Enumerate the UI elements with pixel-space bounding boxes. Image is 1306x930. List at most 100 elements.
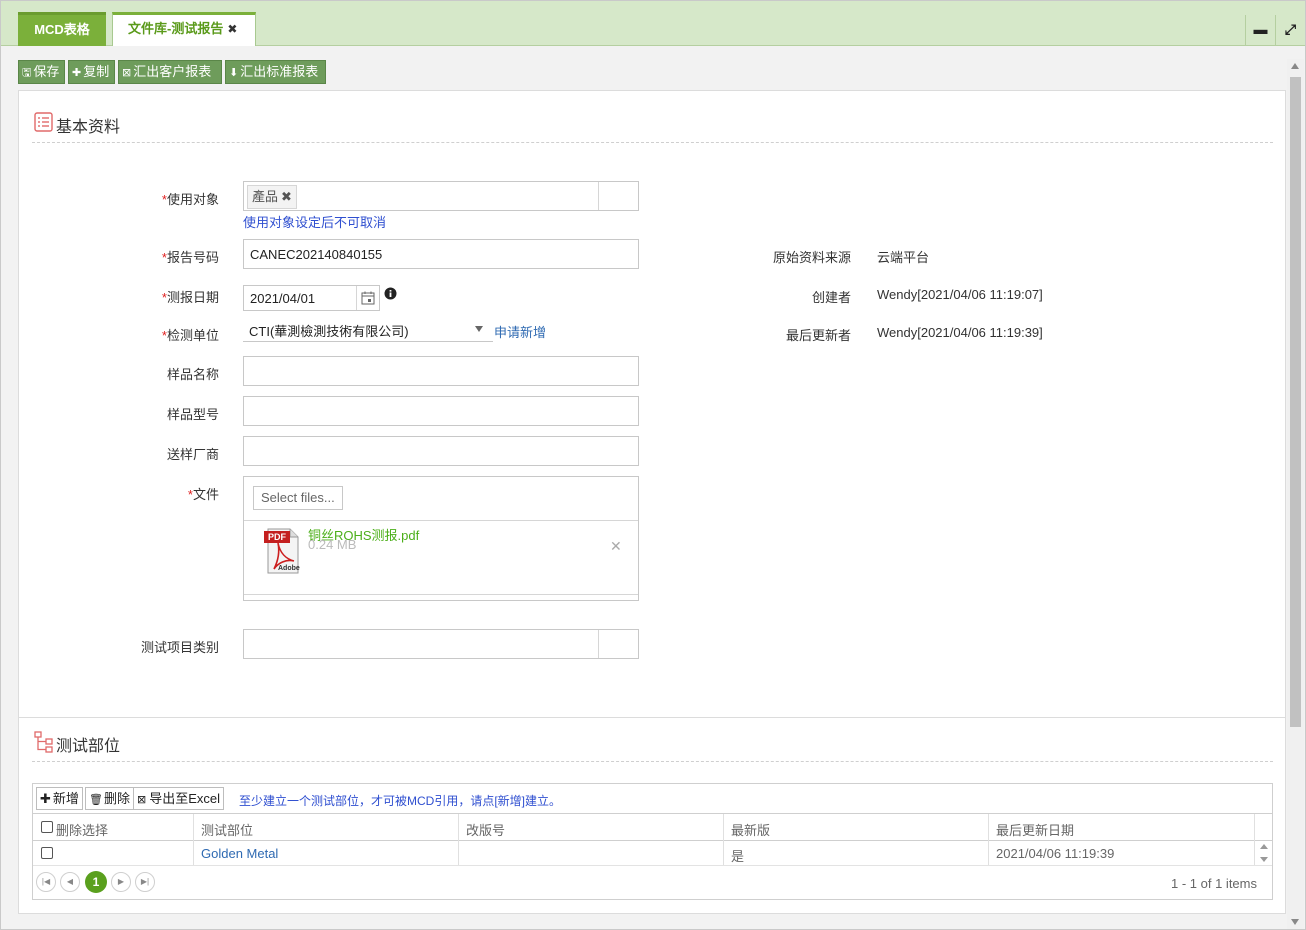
latest-cell: 是 xyxy=(731,849,745,864)
column-header-part[interactable]: 测试部位 xyxy=(201,820,253,839)
column-header-latest[interactable]: 最新版 xyxy=(731,820,770,839)
updated-cell: 2021/04/06 11:19:39 xyxy=(996,846,1115,861)
source-label: 原始资料来源 xyxy=(772,250,851,265)
export-excel-label: 导出至Excel xyxy=(149,791,221,806)
first-page-icon[interactable]: |◀ xyxy=(36,872,56,892)
minimize-button[interactable]: ▬ xyxy=(1245,15,1275,45)
save-button-label: 保存 xyxy=(33,64,60,79)
grid-toolbar: ✚ 新增 🗑删除 ⊠ 导出至Excel 至少建立一个测试部位，才可被MCD引用，请点… xyxy=(33,784,1272,814)
target-label: *使用对象 xyxy=(99,189,219,208)
scroll-down-arrow-icon[interactable] xyxy=(1291,919,1299,925)
sample-name-input[interactable] xyxy=(243,356,639,386)
export-standard-report-button[interactable]: ⬇ 汇出标准报表 xyxy=(225,60,326,84)
target-multiselect[interactable]: 產品 ✖ xyxy=(243,181,639,211)
trash-icon: 🗑 xyxy=(89,794,103,806)
file-upload: Select files... PDF Adobe 铜丝ROHS测报.pdf 0… xyxy=(243,476,639,601)
target-label-text: 使用对象 xyxy=(166,192,219,207)
tree-icon xyxy=(34,731,53,753)
grid-header: 删除选择 测试部位 改版号 最新版 最后更新日期 xyxy=(33,814,1272,841)
column-header-revision[interactable]: 改版号 xyxy=(466,820,505,839)
table-row: Golden Metal 是 2021/04/06 11:19:39 xyxy=(33,841,1272,866)
add-part-button[interactable]: ✚ 新增 xyxy=(36,787,83,810)
section-title-test-parts: 测试部位 xyxy=(56,738,121,755)
save-icon: 🖫 xyxy=(22,67,32,79)
remove-tag-icon[interactable]: ✖ xyxy=(281,189,292,204)
lab-dropdown[interactable]: CTI(華測檢測技術有限公司) xyxy=(243,317,493,342)
export-customer-report-button[interactable]: ⊠ 汇出客户报表 xyxy=(118,60,222,84)
test-category-multiselect[interactable] xyxy=(243,629,639,659)
test-date-input[interactable]: 2021/04/01 xyxy=(243,285,380,311)
prev-page-icon[interactable]: ◀ xyxy=(60,872,80,892)
delete-part-label: 删除 xyxy=(103,791,130,806)
target-tag: 產品 ✖ xyxy=(247,185,297,209)
info-icon[interactable] xyxy=(384,287,397,300)
apply-new-lab-link[interactable]: 申请新增 xyxy=(494,322,546,341)
pdf-file-icon: PDF Adobe xyxy=(264,527,300,574)
test-category-label: 测试项目类别 xyxy=(140,640,219,655)
grid-scroll-down-icon[interactable] xyxy=(1260,857,1268,862)
tab-bar: MCD表格 文件库-测试报告 ✖ ▬ ⤢ xyxy=(1,1,1305,46)
vendor-input[interactable] xyxy=(243,436,639,466)
calendar-icon[interactable] xyxy=(361,291,375,305)
sample-name-label: 样品名称 xyxy=(166,367,219,382)
lab-value: CTI(華測檢測技術有限公司) xyxy=(249,324,409,339)
excel-icon: ⊠ xyxy=(137,794,147,806)
report-number-label: *报告号码 xyxy=(99,247,219,266)
adobe-label: Adobe xyxy=(278,565,300,572)
plus-icon: ✚ xyxy=(40,791,51,806)
target-hint: 使用对象设定后不可取消 xyxy=(243,215,387,230)
pdf-badge: PDF xyxy=(264,531,290,543)
file-size: 0.24 MB xyxy=(308,537,357,552)
sample-model-input[interactable] xyxy=(243,396,639,426)
upload-divider xyxy=(244,520,638,521)
last-page-icon[interactable]: ▶| xyxy=(135,872,155,892)
select-all-checkbox[interactable] xyxy=(41,821,53,833)
creator-value: Wendy[2021/04/06 11:19:07] xyxy=(877,287,1043,302)
tab-mcd-form[interactable]: MCD表格 xyxy=(18,12,106,46)
section-divider xyxy=(32,142,1273,143)
grid-scroll-up-icon[interactable] xyxy=(1260,844,1268,849)
scroll-up-arrow-icon[interactable] xyxy=(1291,63,1299,69)
updater-value: Wendy[2021/04/06 11:19:39] xyxy=(877,325,1043,340)
remove-file-icon[interactable]: ✕ xyxy=(610,538,622,555)
column-header-delete-select: 删除选择 xyxy=(56,823,109,838)
report-number-value: CANEC202140840155 xyxy=(250,247,383,262)
plus-icon: ✚ xyxy=(72,67,82,79)
next-page-icon[interactable]: ▶ xyxy=(111,872,131,892)
close-icon[interactable]: ✖ xyxy=(227,22,237,36)
download-icon: ⬇ xyxy=(229,67,239,79)
pager-info: 1 - 1 of 1 items xyxy=(1171,876,1257,891)
current-page-button[interactable]: 1 xyxy=(85,871,107,893)
vertical-scrollbar[interactable] xyxy=(1287,59,1304,929)
field-divider xyxy=(598,630,599,658)
copy-button-label: 复制 xyxy=(83,64,110,79)
excel-icon: ⊠ xyxy=(122,67,132,79)
report-number-input[interactable]: CANEC202140840155 xyxy=(243,239,639,269)
test-parts-panel: 测试部位 ✚ 新增 🗑删除 ⊠ 导出至Excel 至少建立一个测试部位，才可被MCD… xyxy=(18,718,1286,914)
export-excel-button[interactable]: ⊠ 导出至Excel xyxy=(133,787,225,810)
copy-button[interactable]: ✚ 复制 xyxy=(68,60,115,84)
chevron-down-icon[interactable] xyxy=(475,326,483,332)
sample-model-label: 样品型号 xyxy=(166,407,219,422)
section-divider xyxy=(32,761,1273,762)
save-button[interactable]: 🖫 保存 xyxy=(18,60,65,84)
target-tag-label: 產品 xyxy=(252,189,279,204)
maximize-button[interactable]: ⤢ xyxy=(1275,15,1305,45)
report-number-label-text: 报告号码 xyxy=(166,250,219,265)
file-label: *文件 xyxy=(99,484,219,503)
scrollbar-thumb[interactable] xyxy=(1290,77,1301,727)
app-window: MCD表格 文件库-测试报告 ✖ ▬ ⤢ 🖫 保存 ✚ 复制 ⊠ 汇出客户报表 ⬇ 汇出标… xyxy=(0,0,1306,930)
tab-document-library-label: 文件库-测试报告 xyxy=(128,21,224,36)
parts-hint: 至少建立一个测试部位，才可被MCD引用，请点[新增]建立。 xyxy=(239,794,561,808)
part-name-link[interactable]: Golden Metal xyxy=(201,846,278,861)
upload-divider xyxy=(244,594,638,595)
column-header-updated[interactable]: 最后更新日期 xyxy=(996,820,1074,839)
creator-label: 创建者 xyxy=(811,290,851,305)
vendor-label: 送样厂商 xyxy=(166,447,219,462)
row-select-checkbox[interactable] xyxy=(41,847,53,859)
select-files-button[interactable]: Select files... xyxy=(253,486,343,510)
delete-part-button[interactable]: 🗑删除 xyxy=(85,787,134,810)
field-divider xyxy=(598,182,599,210)
basic-info-panel: 基本资料 *使用对象 產品 ✖ 使用对象设定后不可取消 *报告号码 CANEC20… xyxy=(18,90,1286,718)
tab-document-library[interactable]: 文件库-测试报告 ✖ xyxy=(112,12,256,46)
